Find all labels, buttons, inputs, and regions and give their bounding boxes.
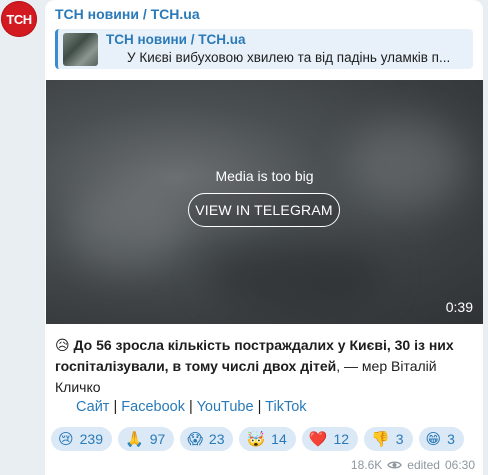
eye-icon: [387, 461, 403, 469]
mind-blown-emoji-icon: 🤯: [246, 429, 266, 448]
reaction-count: 3: [447, 431, 455, 447]
reply-text: У Києві вибуховою хвилею та від падінь у…: [127, 50, 451, 65]
reply-preview[interactable]: ТСН новини / TCH.ua У Києві вибуховою хв…: [55, 29, 473, 69]
link-site[interactable]: Сайт: [76, 399, 109, 415]
thumbs-down-emoji-icon: 👎: [371, 429, 390, 448]
link-separator: |: [257, 399, 262, 415]
reaction-heart[interactable]: ❤️ 12: [301, 427, 359, 451]
reaction-count: 3: [395, 431, 404, 447]
media-too-big-message: Media is too big: [215, 168, 314, 184]
reaction-thumbs-down[interactable]: 👎 3: [364, 427, 413, 451]
reaction-pray[interactable]: 🙏 97: [118, 427, 175, 451]
post-text: 😥 До 56 зросла кількість постраждалих у …: [55, 335, 475, 398]
media-placeholder: Media is too big VIEW IN TELEGRAM 0:39: [46, 80, 483, 324]
reaction-grin[interactable]: 😁 3: [418, 427, 464, 451]
message-meta: 18.6K edited 06:30: [351, 458, 475, 472]
channel-avatar[interactable]: ТСН: [1, 1, 37, 37]
reaction-cry[interactable]: 😢 239: [51, 427, 112, 451]
reaction-count: 12: [333, 431, 350, 447]
link-separator: |: [113, 399, 118, 415]
reply-title: ТСН новини / TCH.ua: [106, 32, 246, 47]
heart-emoji-icon: ❤️: [308, 429, 328, 448]
reaction-mind-blown[interactable]: 🤯 14: [239, 427, 296, 451]
channel-name[interactable]: ТСН новини / TCH.ua: [55, 6, 200, 22]
reaction-count: 23: [208, 431, 225, 447]
link-separator: |: [189, 399, 193, 415]
scream-emoji-icon: 😱: [187, 429, 203, 448]
reaction-count: 239: [79, 431, 103, 447]
post-emoji: 😥: [55, 337, 70, 353]
cry-emoji-icon: 😢: [58, 429, 74, 448]
reply-thumbnail: [63, 33, 98, 66]
edited-label: edited: [407, 458, 440, 472]
reaction-count: 97: [149, 431, 166, 447]
link-youtube[interactable]: YouTube: [197, 399, 254, 415]
video-duration: 0:39: [445, 299, 473, 315]
view-in-telegram-button[interactable]: VIEW IN TELEGRAM: [188, 193, 340, 227]
link-tiktok[interactable]: TikTok: [265, 399, 306, 415]
message-bubble: ТСН новини / TCH.ua ТСН новини / TCH.ua …: [45, 0, 483, 475]
link-facebook[interactable]: Facebook: [121, 399, 185, 415]
reaction-count: 14: [271, 431, 287, 447]
view-count: 18.6K: [350, 458, 383, 472]
reaction-scream[interactable]: 😱 23: [180, 427, 234, 451]
pray-emoji-icon: 🙏: [125, 429, 144, 448]
reactions-row: 😢 239 🙏 97 😱 23 🤯 14 ❤️ 12 👎 3 😁 3: [51, 427, 464, 451]
message-time: 06:30: [444, 458, 475, 472]
links-row: Сайт | Facebook | YouTube | TikTok: [76, 399, 307, 415]
grin-emoji-icon: 😁: [425, 429, 442, 448]
